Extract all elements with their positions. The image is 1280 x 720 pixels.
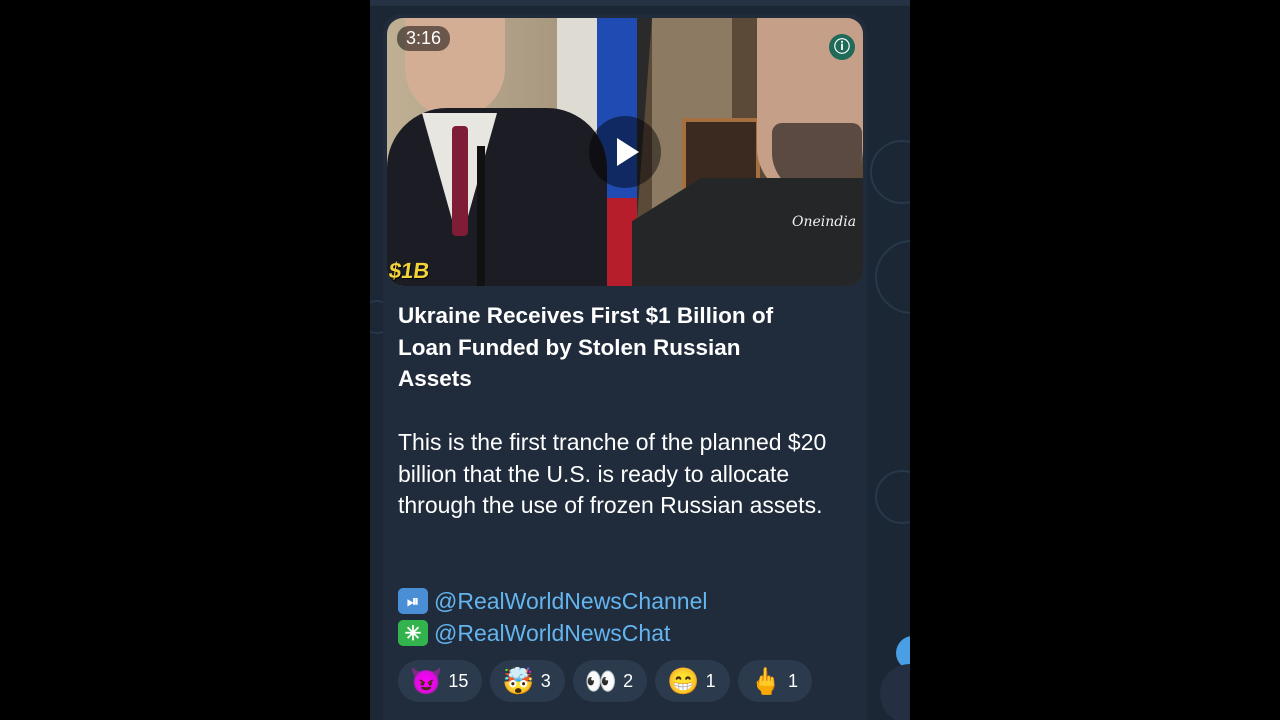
post-headline: Ukraine Receives First $1 Billion of Loa… <box>398 303 774 391</box>
play-icon <box>617 138 639 166</box>
channel-logo-icon: ⓘ <box>829 34 855 60</box>
reaction-chip[interactable]: 😈 15 <box>398 660 483 702</box>
background-doodle <box>875 470 910 524</box>
reaction-chip[interactable]: 😁 1 <box>655 660 730 702</box>
asterisk-icon: ✳ <box>398 620 428 646</box>
chat-link-row: ✳ @RealWorldNewsChat <box>398 617 670 649</box>
video-watermark: Oneindia <box>792 214 857 230</box>
reaction-count: 3 <box>540 670 551 691</box>
speaker-tie <box>452 126 468 236</box>
chat-screen: Oneindia $1B ⓘ 3:16 Ukraine Receives Fir… <box>370 0 910 720</box>
video-overlay-text: $1B <box>387 258 432 283</box>
video-duration: 3:16 <box>397 26 451 51</box>
reaction-count: 15 <box>448 670 469 691</box>
devil-emoji-icon: 😈 <box>410 665 443 696</box>
reaction-chip[interactable]: 🤯 3 <box>490 660 565 702</box>
background-doodle <box>870 140 910 204</box>
message-bubble: Oneindia $1B ⓘ 3:16 Ukraine Receives Fir… <box>383 14 867 720</box>
reaction-count: 2 <box>623 670 634 691</box>
post-body: This is the first tranche of the planned… <box>398 429 827 518</box>
channel-link-row: ⏯ @RealWorldNewsChannel <box>398 585 707 617</box>
play-pause-icon: ⏯ <box>398 588 428 614</box>
reactions-bar: 😈 15 🤯 3 👀 2 😁 1 🖕 1 <box>398 660 820 702</box>
grin-emoji-icon: 😁 <box>667 665 700 696</box>
reaction-chip[interactable]: 🖕 1 <box>737 660 812 702</box>
microphone <box>477 146 485 286</box>
eyes-emoji-icon: 👀 <box>584 665 618 696</box>
background-doodle <box>875 240 910 314</box>
exploding-head-emoji-icon: 🤯 <box>502 665 535 696</box>
play-button[interactable] <box>589 116 661 188</box>
previous-message-edge <box>370 0 910 6</box>
reaction-chip[interactable]: 👀 2 <box>572 660 648 702</box>
channel-link[interactable]: @RealWorldNewsChannel <box>434 588 707 615</box>
video-preview[interactable]: Oneindia $1B ⓘ 3:16 <box>387 18 863 286</box>
reaction-count: 1 <box>787 670 798 691</box>
middle-finger-emoji-icon: 🖕 <box>749 665 782 696</box>
chat-link[interactable]: @RealWorldNewsChat <box>434 620 670 647</box>
scroll-down-button[interactable] <box>880 664 910 720</box>
reaction-count: 1 <box>705 670 716 691</box>
